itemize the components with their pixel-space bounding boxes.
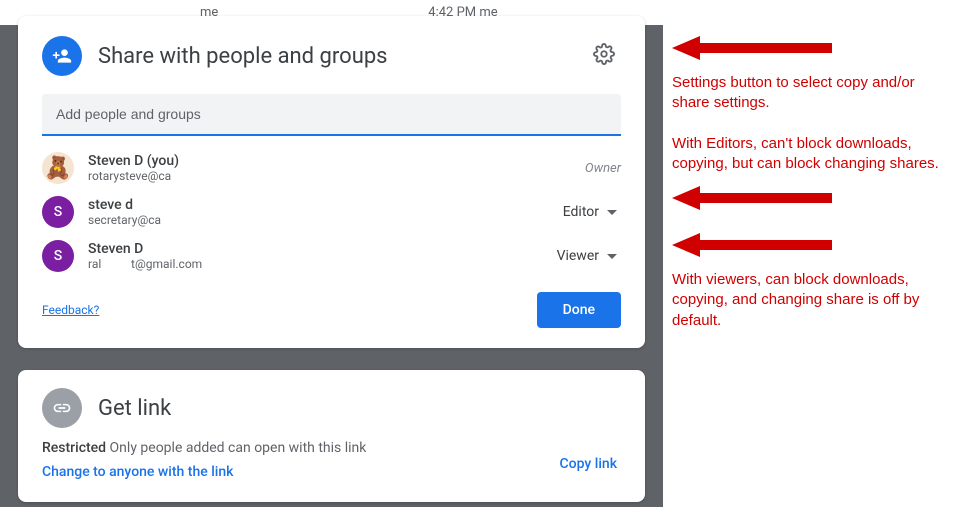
chevron-down-icon — [607, 254, 617, 259]
annotation-block: Settings button to select copy and/or sh… — [672, 34, 952, 114]
person-email: rotarysteve@ca — [88, 169, 179, 183]
annotation-block: With viewers, can block downloads, copyi… — [672, 231, 952, 331]
avatar: S — [42, 240, 74, 272]
annotations: Settings button to select copy and/or sh… — [672, 34, 952, 351]
add-people-field-wrap — [42, 94, 621, 136]
person-name: Steven D (you) — [88, 153, 179, 169]
share-header: Share with people and groups — [42, 36, 621, 76]
people-list: 🧸 Steven D (you) rotarysteve@ca Owner S … — [42, 152, 621, 272]
link-header: Get link — [42, 388, 621, 428]
get-link-dialog: Get link Restricted Only people added ca… — [18, 370, 645, 502]
person-name: Steven D — [88, 241, 202, 257]
person-row: S Steven D ral t@gmail.com Viewer — [42, 240, 621, 272]
role-label: Editor — [563, 204, 599, 220]
done-button[interactable]: Done — [537, 292, 621, 328]
link-body: Restricted Only people added can open wi… — [42, 428, 621, 480]
arrow-icon — [672, 231, 952, 264]
share-dialog: Share with people and groups 🧸 Steven D … — [18, 16, 645, 348]
feedback-link[interactable]: Feedback? — [42, 303, 99, 317]
arrow-icon — [672, 184, 952, 217]
arrow-icon — [672, 34, 952, 67]
avatar: S — [42, 196, 74, 228]
link-title: Get link — [98, 396, 171, 421]
role-dropdown-editor[interactable]: Editor — [559, 198, 621, 226]
annotation-block: With Editors, can't block downloads, cop… — [672, 134, 952, 218]
settings-button[interactable] — [587, 37, 621, 75]
person-row: 🧸 Steven D (you) rotarysteve@ca Owner — [42, 152, 621, 184]
person-row: S steve d secretary@ca Editor — [42, 196, 621, 228]
share-footer: Feedback? Done — [42, 292, 621, 328]
avatar: 🧸 — [42, 152, 74, 184]
role-owner: Owner — [585, 161, 621, 176]
annotation-text: With Editors, can't block downloads, cop… — [672, 134, 952, 175]
person-info: Steven D (you) rotarysteve@ca — [88, 153, 179, 183]
person-email: ral t@gmail.com — [88, 257, 202, 271]
share-title: Share with people and groups — [98, 44, 388, 69]
annotation-text: Settings button to select copy and/or sh… — [672, 73, 952, 114]
role-label: Viewer — [557, 248, 599, 264]
person-email: secretary@ca — [88, 213, 161, 227]
annotation-text: With viewers, can block downloads, copyi… — [672, 270, 952, 331]
person-add-icon — [42, 36, 82, 76]
change-access-link[interactable]: Change to anyone with the link — [42, 464, 556, 480]
restricted-label: Restricted — [42, 440, 106, 456]
person-name: steve d — [88, 197, 161, 213]
copy-link-button[interactable]: Copy link — [556, 448, 621, 480]
add-people-input[interactable] — [42, 94, 621, 134]
role-dropdown-viewer[interactable]: Viewer — [553, 242, 621, 270]
restricted-desc: Only people added can open with this lin… — [110, 440, 367, 456]
chevron-down-icon — [607, 210, 617, 215]
link-restriction: Restricted Only people added can open wi… — [42, 440, 556, 456]
person-info: Steven D ral t@gmail.com — [88, 241, 202, 271]
link-icon — [42, 388, 82, 428]
gear-icon — [593, 43, 615, 65]
person-info: steve d secretary@ca — [88, 197, 161, 227]
